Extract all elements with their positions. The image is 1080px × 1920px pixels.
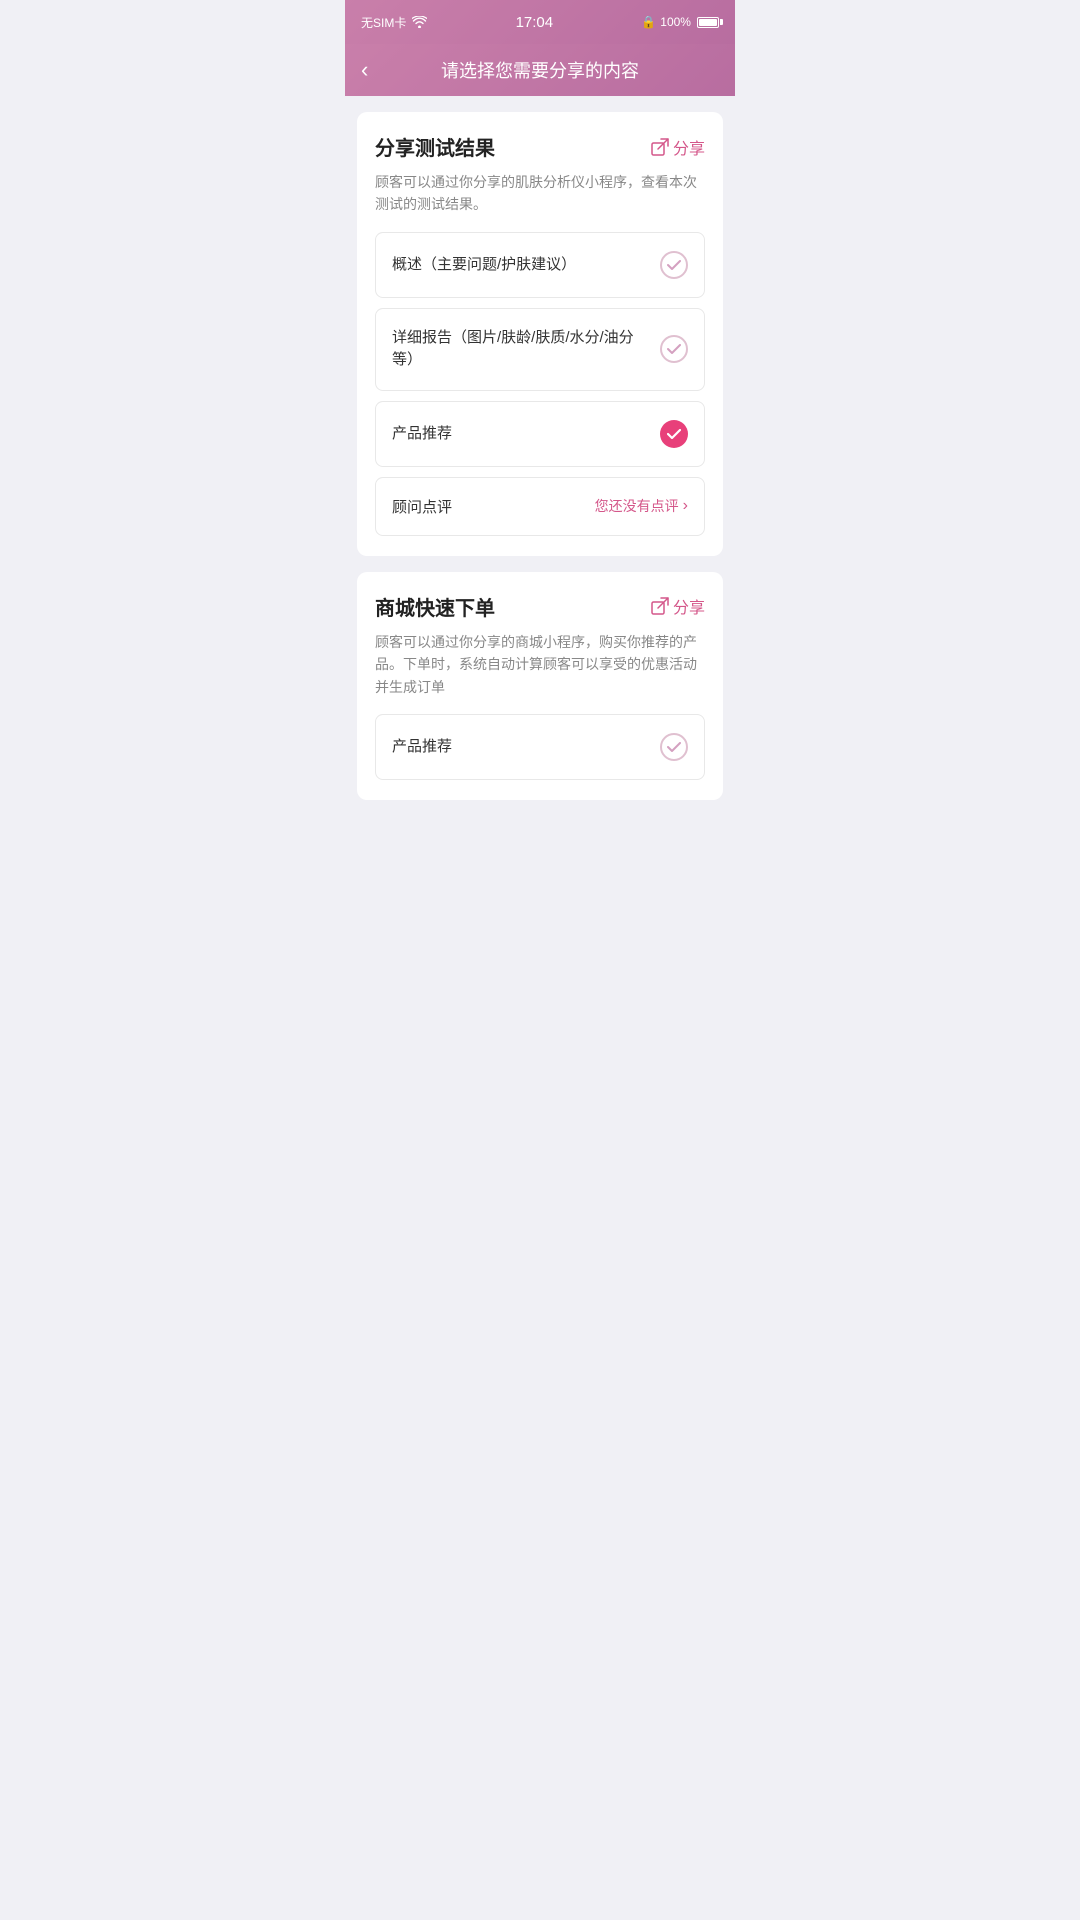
option-product-rec-2-label: 产品推荐 (392, 736, 650, 759)
card-title-1: 分享测试结果 (375, 132, 495, 161)
share-label-1: 分享 (673, 135, 705, 159)
share-icon-1 (651, 138, 669, 156)
status-bar-right: 🔒 100% (641, 15, 719, 29)
card-desc-2: 顾客可以通过你分享的商城小程序，购买你推荐的产品。下单时，系统自动计算顾客可以享… (375, 631, 705, 698)
check-detail (660, 335, 688, 363)
advisor-chevron: › (683, 497, 688, 515)
share-icon-2 (651, 597, 669, 615)
option-product-rec-2[interactable]: 产品推荐 (375, 714, 705, 780)
option-overview[interactable]: 概述（主要问题/护肤建议） (375, 232, 705, 298)
battery-percent: 100% (660, 15, 691, 29)
card-desc-1: 顾客可以通过你分享的肌肤分析仪小程序，查看本次测试的测试结果。 (375, 171, 705, 216)
check-product-2 (660, 733, 688, 761)
advisor-right: 您还没有点评 › (595, 496, 688, 516)
status-bar: 无SIM卡 17:04 🔒 100% (345, 0, 735, 44)
option-detail-label: 详细报告（图片/肤龄/肤质/水分/油分等） (392, 327, 650, 372)
status-bar-time: 17:04 (516, 14, 554, 31)
option-detail-report[interactable]: 详细报告（图片/肤龄/肤质/水分/油分等） (375, 308, 705, 391)
card-header-1: 分享测试结果 分享 (375, 132, 705, 161)
card-header-2: 商城快速下单 分享 (375, 592, 705, 621)
nav-title: 请选择您需要分享的内容 (441, 57, 639, 83)
back-button[interactable]: ‹ (361, 59, 368, 81)
option-list-1: 概述（主要问题/护肤建议） 详细报告（图片/肤龄/肤质/水分/油分等） (375, 232, 705, 536)
option-overview-label: 概述（主要问题/护肤建议） (392, 254, 650, 277)
share-button-1[interactable]: 分享 (651, 135, 705, 159)
advisor-label: 顾问点评 (392, 496, 452, 517)
check-overview (660, 251, 688, 279)
nav-bar: ‹ 请选择您需要分享的内容 (345, 44, 735, 96)
card-title-2: 商城快速下单 (375, 592, 495, 621)
option-advisor-comment[interactable]: 顾问点评 您还没有点评 › (375, 477, 705, 536)
wifi-icon (412, 16, 427, 28)
carrier-label: 无SIM卡 (361, 14, 406, 31)
test-result-card: 分享测试结果 分享 顾客可以通过你分享的肌肤分析仪小程序，查看本次测试的测试结果… (357, 112, 723, 556)
share-label-2: 分享 (673, 594, 705, 618)
check-product-1 (660, 420, 688, 448)
share-button-2[interactable]: 分享 (651, 594, 705, 618)
status-bar-left: 无SIM卡 (361, 14, 427, 31)
battery-icon (697, 17, 719, 28)
option-product-rec-1[interactable]: 产品推荐 (375, 401, 705, 467)
content: 分享测试结果 分享 顾客可以通过你分享的肌肤分析仪小程序，查看本次测试的测试结果… (345, 96, 735, 816)
advisor-status: 您还没有点评 (595, 496, 679, 516)
lock-icon: 🔒 (641, 15, 656, 29)
option-product-rec-1-label: 产品推荐 (392, 423, 650, 446)
option-list-2: 产品推荐 (375, 714, 705, 780)
shop-order-card: 商城快速下单 分享 顾客可以通过你分享的商城小程序，购买你推荐的产品。下单时，系… (357, 572, 723, 800)
